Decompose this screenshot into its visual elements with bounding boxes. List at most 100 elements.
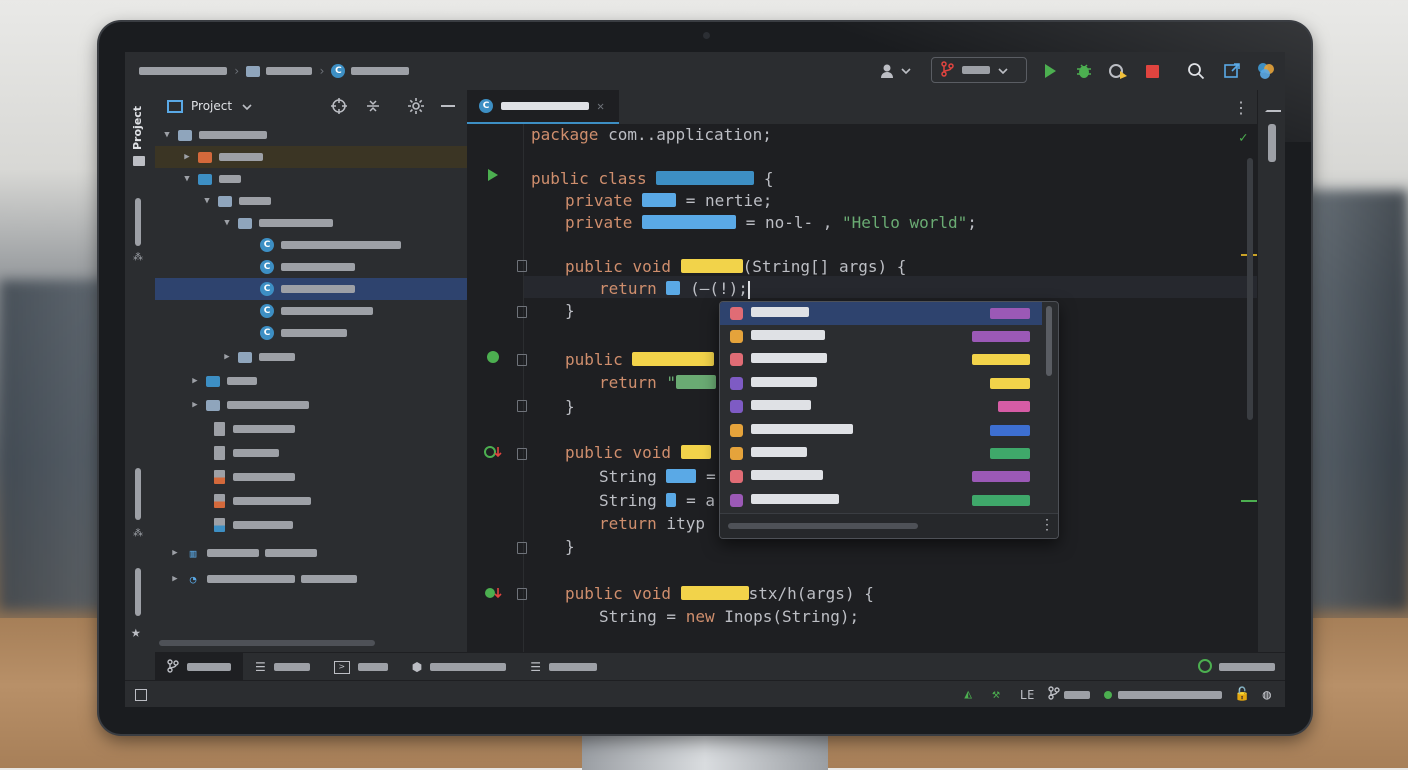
completion-item[interactable] [720,325,1042,348]
completion-item[interactable] [720,465,1042,488]
tree-item[interactable]: ▶ [155,146,467,168]
structure-icon[interactable]: ⁂ [133,252,143,263]
override-icon[interactable] [483,585,503,604]
hammer-icon[interactable]: ⚒ [992,687,1000,702]
tree-file-item[interactable] [155,418,467,440]
open-external-icon[interactable] [1221,60,1243,82]
completion-item[interactable] [720,442,1042,465]
branch-icon[interactable] [1048,686,1061,703]
horizontal-scrollbar[interactable] [159,640,375,646]
tree-class-item[interactable]: C [155,300,467,322]
code-line: return " [599,372,717,394]
editor-tab-active[interactable]: C ✕ [467,90,619,124]
completion-item[interactable] [720,395,1042,418]
more-options-icon[interactable]: ⋮ [1040,517,1054,533]
code-line: public class { [531,169,774,188]
tree-class-item[interactable]: C [155,256,467,278]
run-icon[interactable] [1039,60,1061,82]
fold-marker[interactable] [517,354,527,366]
tree-item[interactable]: ▶ [155,394,467,416]
tree-file-item[interactable] [155,490,467,512]
fold-marker[interactable] [517,448,527,460]
stop-icon[interactable] [1141,60,1163,82]
popup-scrollbar[interactable] [1046,306,1052,376]
close-icon[interactable]: ✕ [597,99,604,113]
git-tab[interactable] [155,653,243,681]
tree-item[interactable]: ▼ [155,168,467,190]
stripe-tool-3[interactable] [135,568,141,616]
test-icon[interactable] [485,349,501,368]
tree-class-item[interactable]: C [155,322,467,344]
bookmarks-icon[interactable]: ⁂ [133,528,143,539]
breadcrumb-module[interactable] [266,67,313,75]
profile-icon[interactable] [1107,60,1129,82]
debug-icon[interactable] [1073,60,1095,82]
status-info[interactable] [1118,690,1223,699]
code-line-current: return (—(!); [599,279,750,299]
notifications-icon[interactable] [1265,100,1281,112]
tree-class-item[interactable]: C [155,234,467,256]
completion-item-icon [730,377,743,390]
fold-marker[interactable] [517,542,527,554]
hide-panel-icon[interactable] [441,105,455,107]
globe-icon[interactable]: ◍ [1263,687,1271,703]
run-icon[interactable] [487,168,499,185]
tree-root[interactable]: ▼ [155,124,467,146]
services-tab[interactable]: ⬢ [400,653,518,681]
tree-item[interactable]: ▼ [155,190,467,212]
star-icon[interactable]: ★ [131,622,141,641]
tree-item[interactable]: ▶ [155,370,467,392]
completion-item-selected[interactable] [720,302,1042,325]
editor-gutter [467,124,527,652]
collapse-all-icon[interactable] [365,98,381,117]
code-line: String = a [599,491,715,510]
fold-marker[interactable] [517,400,527,412]
todo-tab[interactable]: ☰ [243,653,322,681]
fold-marker[interactable] [517,260,527,272]
bottom-tool-tabs: ☰ > ⬢ ☰ [155,652,1285,681]
more-options-icon[interactable]: ⋮ [1233,98,1249,117]
tree-file-item[interactable] [155,466,467,488]
user-icon[interactable] [877,60,917,82]
layout-icon[interactable] [135,688,147,701]
problems-tab[interactable]: ☰ [518,653,609,681]
right-stripe-tool[interactable] [1268,124,1276,162]
search-icon[interactable] [1185,60,1207,82]
progress-indicator[interactable] [1197,658,1275,677]
tree-item[interactable]: ▼ [155,212,467,234]
fold-marker[interactable] [517,588,527,600]
locate-icon[interactable] [331,98,347,117]
completion-item[interactable] [720,372,1042,395]
status-branch[interactable] [1064,690,1091,699]
change-marker[interactable] [1241,500,1257,502]
ai-assistant-icon[interactable] [1255,60,1277,82]
fold-marker[interactable] [517,306,527,318]
vertical-scrollbar[interactable] [1247,158,1253,420]
line-ending-icon[interactable]: LE [1020,688,1034,702]
chevron-down-icon[interactable] [242,99,252,113]
stripe-tool-2[interactable] [135,468,141,520]
lock-icon[interactable]: 🔓 [1234,687,1250,702]
gear-icon[interactable] [407,97,425,118]
chart-icon[interactable]: ◭ [964,687,972,702]
branch-selector[interactable] [931,57,1027,83]
tree-file-item[interactable] [155,514,467,536]
project-panel-title[interactable]: Project [191,99,232,113]
breadcrumb-file[interactable] [351,67,410,75]
tree-class-item-selected[interactable]: C [155,278,467,300]
stripe-tool-1[interactable] [135,198,141,246]
breadcrumb-project[interactable] [139,67,227,75]
list-icon: ☰ [255,660,266,674]
completion-item[interactable] [720,489,1042,512]
override-icon[interactable] [483,444,503,463]
code-completion-popup: ⋮ [719,301,1059,539]
completion-item[interactable] [720,348,1042,371]
tree-file-item[interactable] [155,442,467,464]
project-stripe-label[interactable]: Project [131,106,144,150]
tree-scratches[interactable]: ▶ ◔ [155,568,467,590]
tree-item[interactable]: ▶ [155,346,467,368]
code-line: } [565,301,575,320]
tree-external-libraries[interactable]: ▶ ▥ [155,542,467,564]
terminal-tab[interactable]: > [322,653,400,681]
completion-item[interactable] [720,419,1042,442]
